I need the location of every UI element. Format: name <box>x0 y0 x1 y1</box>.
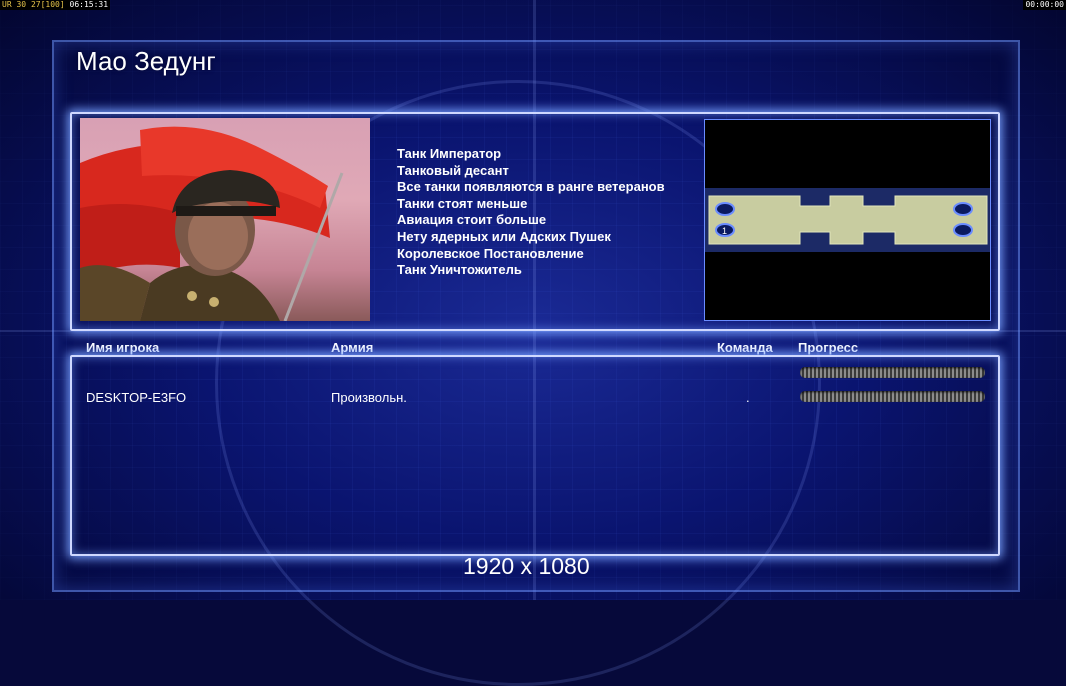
start-position-label: 1 <box>722 226 727 236</box>
hud-time: 06:15:31 <box>69 0 109 9</box>
map-preview-image: 1 <box>705 188 990 252</box>
trait-item: Танк Уничтожитель <box>397 262 522 278</box>
trait-item: Авиация стоит больше <box>397 212 547 228</box>
trait-item: Танки стоят меньше <box>397 195 528 211</box>
map-preview: 1 <box>704 119 991 321</box>
player-army: Произвольн. <box>331 390 407 405</box>
hud-clock: 00:00:00 <box>1023 0 1066 10</box>
loading-progress-bar <box>800 367 985 378</box>
player-name: DESKTOP-E3FO <box>86 390 187 405</box>
trait-item: Танковый десант <box>397 162 509 178</box>
general-traits-list: Танк Император Танковый десант Все танки… <box>397 146 665 279</box>
general-portrait <box>80 118 370 321</box>
player-team: . <box>746 390 750 405</box>
players-panel <box>70 355 1000 556</box>
general-name-title: Мао Зедунг <box>76 46 216 76</box>
column-header-team: Команда <box>717 340 773 355</box>
loading-progress-bar <box>800 391 985 402</box>
resolution-label: 1920 x 1080 <box>463 553 590 579</box>
hud-value3: 100 <box>45 0 60 9</box>
trait-item: Все танки появляются в ранге ветеранов <box>397 179 665 195</box>
portrait-image <box>80 126 344 321</box>
hud-value2: 27 <box>30 0 41 9</box>
hud-stats: UR 30 27[100] 06:15:31 <box>0 0 111 10</box>
trait-item: Нету ядерных или Адских Пушек <box>397 228 611 244</box>
trait-item: Королевское Постановление <box>397 245 584 261</box>
column-header-progress: Прогресс <box>798 340 859 355</box>
trait-item: Танк Император <box>397 146 502 161</box>
hud-fps-label: UR <box>2 0 12 9</box>
column-header-army: Армия <box>331 340 374 355</box>
column-header-player: Имя игрока <box>86 340 160 355</box>
hud-fps: 30 <box>16 0 27 9</box>
